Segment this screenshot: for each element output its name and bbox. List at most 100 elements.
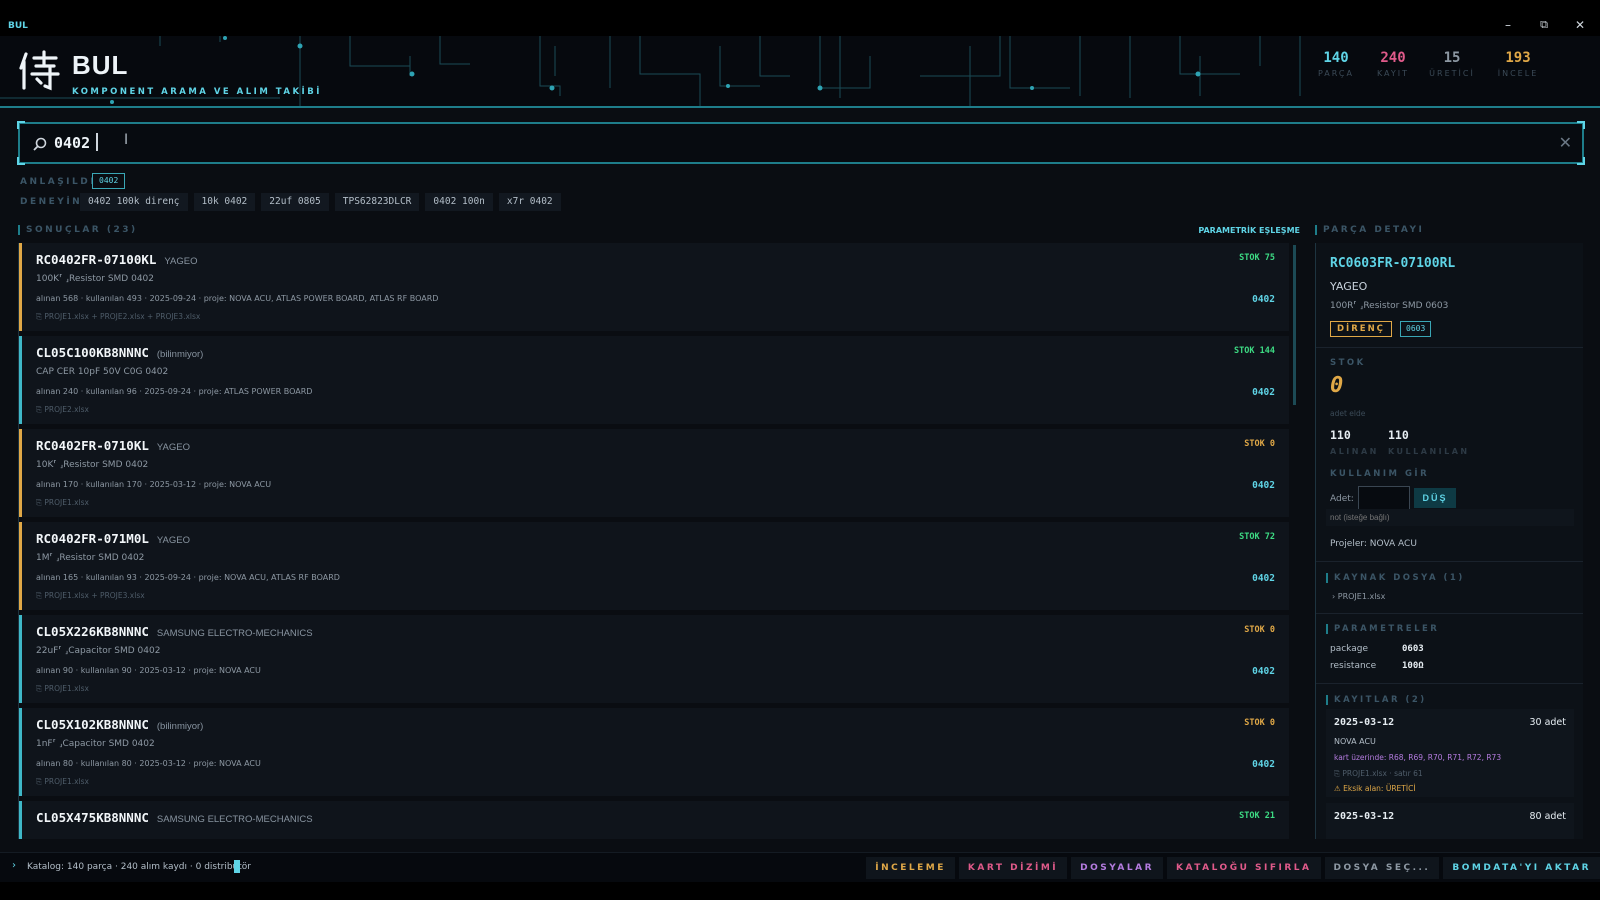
result-package: 0402	[1252, 573, 1275, 584]
stat-value: 140	[1323, 50, 1349, 66]
footer-button-2[interactable]: DOSYALAR	[1071, 857, 1163, 879]
detail-package-tag: 0603	[1400, 321, 1432, 337]
search-bar[interactable]: I ✕	[17, 121, 1585, 165]
parametric-match-toggle[interactable]: PARAMETRİK EŞLEŞME	[1180, 226, 1300, 235]
deduct-button[interactable]: DÜŞ	[1414, 488, 1456, 508]
result-package: 0402	[1252, 387, 1275, 398]
record-card[interactable]: 2025-03-12 30 adet NOVA ACU kart üzerind…	[1326, 709, 1574, 797]
result-part-number: CL05X226KB8NNNC SAMSUNG ELECTRO-MECHANICS	[36, 624, 313, 639]
record-qty: 30 adet	[1529, 717, 1566, 728]
result-part-number: RC0402FR-0710KL YAGEO	[36, 438, 190, 453]
result-stock: STOK 144	[1234, 346, 1275, 356]
result-card[interactable]: RC0402FR-0710KL YAGEO 10K⸢ ⸥Resistor SMD 0…	[19, 429, 1289, 517]
result-manufacturer: YAGEO	[156, 535, 190, 546]
suggestion-chip[interactable]: 10k 0402	[193, 193, 256, 211]
result-manufacturer: SAMSUNG ELECTRO-MECHANICS	[156, 628, 313, 639]
result-card[interactable]: CL05X226KB8NNNC SAMSUNG ELECTRO-MECHANICS…	[19, 615, 1289, 703]
usage-entry-label: KULLANIM GİR	[1330, 469, 1430, 479]
understood-label: ANLAŞILDI	[20, 177, 97, 187]
understood-token: 0402	[92, 173, 126, 189]
received-value: 110	[1330, 428, 1351, 442]
record-card[interactable]: 2025-03-12 80 adet	[1326, 803, 1574, 839]
result-card[interactable]: RC0402FR-07100KL YAGEO 100K⸢ ⸥Resistor SMD…	[19, 243, 1289, 331]
parameters-label: PARAMETRELER	[1326, 624, 1439, 634]
text-caret	[96, 133, 98, 151]
result-description: 1nF⸢ ⸥Capacitor SMD 0402	[36, 739, 155, 749]
result-files: ⎘ PROJE1.xlsx	[36, 498, 89, 507]
result-stock: STOK 0	[1244, 718, 1275, 728]
result-manufacturer: (bilinmiyor)	[156, 349, 204, 360]
result-package: 0402	[1252, 294, 1275, 305]
note-input[interactable]	[1326, 509, 1574, 526]
result-manufacturer: (bilinmiyor)	[156, 721, 204, 732]
record-file: ⎘ PROJE1.xlsx · satır 61	[1334, 769, 1423, 778]
app-title: BUL	[72, 50, 129, 80]
record-board-refs: kart üzerinde: R68, R69, R70, R71, R72, …	[1334, 753, 1502, 762]
results-scrollbar[interactable]	[1293, 245, 1296, 405]
result-meta: alınan 80 · kullanılan 80 · 2025-03-12 ·…	[36, 759, 261, 768]
result-card[interactable]: CL05X475KB8NNNC SAMSUNG ELECTRO-MECHANICS…	[19, 801, 1289, 839]
result-description: 22uF⸢ ⸥Capacitor SMD 0402	[36, 646, 161, 656]
stat-1[interactable]: 240 KAYIT	[1363, 50, 1423, 78]
suggestion-chip[interactable]: x7r 0402	[498, 193, 561, 211]
result-card[interactable]: RC0402FR-071M0L YAGEO 1M⸢ ⸥Resistor SMD 04…	[19, 522, 1289, 610]
close-window-button[interactable]: ✕	[1570, 17, 1590, 33]
footer-button-5[interactable]: BOMDATA'YI AKTAR	[1443, 857, 1600, 879]
result-manufacturer: YAGEO	[164, 256, 198, 267]
suggestion-chip[interactable]: 0402 100k direnç	[80, 193, 188, 211]
suggestion-chip[interactable]: 0402 100n	[425, 193, 493, 211]
detail-type-tag: DİRENÇ	[1330, 321, 1392, 337]
record-qty: 80 adet	[1529, 811, 1566, 822]
window-titlebar: BUL – ⧉ ✕	[0, 0, 1600, 36]
result-files: ⎘ PROJE1.xlsx	[36, 684, 89, 693]
result-meta: alınan 90 · kullanılan 90 · 2025-03-12 ·…	[36, 666, 261, 675]
param-value: 0603	[1402, 644, 1424, 654]
status-bar: › Katalog: 140 parça · 240 alım kaydı · …	[0, 852, 1600, 882]
param-key: resistance	[1330, 661, 1377, 671]
footer-button-3[interactable]: KATALOĞU SIFIRLA	[1167, 857, 1321, 879]
suggestion-chips: 0402 100k direnç 10k 0402 22uf 0805 TPS6282…	[80, 193, 561, 211]
maximize-button[interactable]: ⧉	[1534, 17, 1554, 33]
source-file-label: KAYNAK DOSYA (1)	[1326, 573, 1465, 583]
chevron-right-icon: ›	[12, 860, 16, 871]
detail-part-number: RC0603FR-07100RL	[1330, 256, 1456, 271]
result-meta: alınan 170 · kullanılan 170 · 2025-03-12…	[36, 480, 272, 489]
result-card[interactable]: CL05C100KB8NNNC (bilinmiyor) CAP CER 10pF …	[19, 336, 1289, 424]
qty-label: Adet:	[1330, 494, 1354, 504]
clear-search-icon[interactable]: ✕	[1559, 133, 1572, 152]
result-files: ⎘ PROJE1.xlsx	[36, 777, 89, 786]
stat-2[interactable]: 15 ÜRETİCİ	[1422, 50, 1482, 78]
minimize-button[interactable]: –	[1498, 17, 1518, 33]
result-stock: STOK 0	[1244, 625, 1275, 635]
result-meta: alınan 568 · kullanılan 493 · 2025-09-24…	[36, 294, 439, 303]
result-description: 100K⸢ ⸥Resistor SMD 0402	[36, 274, 154, 284]
suggestion-chip[interactable]: TPS62823DLCR	[334, 193, 420, 211]
suggestion-chip[interactable]: 22uf 0805	[261, 193, 329, 211]
result-part-number: RC0402FR-07100KL YAGEO	[36, 252, 198, 267]
stock-unit: adet elde	[1330, 409, 1366, 418]
stat-value: 15	[1443, 50, 1461, 66]
records-label: KAYITLAR (2)	[1326, 695, 1427, 705]
result-manufacturer: YAGEO	[156, 442, 190, 453]
qty-input[interactable]	[1358, 486, 1410, 510]
samurai-kanji-logo-icon	[19, 50, 60, 91]
result-package: 0402	[1252, 666, 1275, 677]
stat-0[interactable]: 140 PARÇA	[1306, 50, 1366, 78]
stat-label: İNCELE	[1497, 69, 1539, 78]
footer-button-4[interactable]: DOSYA SEÇ...	[1324, 857, 1440, 879]
footer-button-0[interactable]: İNCELEME	[866, 857, 955, 879]
window-title: BUL	[8, 21, 28, 31]
result-part-number: CL05X102KB8NNNC (bilinmiyor)	[36, 717, 204, 732]
result-package: 0402	[1252, 759, 1275, 770]
stat-3[interactable]: 193 İNCELE	[1488, 50, 1548, 78]
search-input[interactable]	[54, 130, 1454, 156]
stock-value: 0	[1330, 373, 1344, 398]
footer-button-1[interactable]: KART DİZİMİ	[958, 857, 1068, 879]
try-label: DENEYİN	[20, 197, 83, 207]
stat-value: 193	[1505, 50, 1531, 66]
result-card[interactable]: CL05X102KB8NNNC (bilinmiyor) 1nF⸢ ⸥Capacit…	[19, 708, 1289, 796]
app-header: BUL KOMPONENT ARAMA VE ALIM TAKİBİ 140 PA…	[0, 36, 1600, 108]
source-file-item[interactable]: › PROJE1.xlsx	[1332, 592, 1385, 601]
part-detail-panel: RC0603FR-07100RL YAGEO 100R⸢ ⸥Resistor S…	[1315, 243, 1583, 839]
stat-label: ÜRETİCİ	[1429, 69, 1475, 78]
